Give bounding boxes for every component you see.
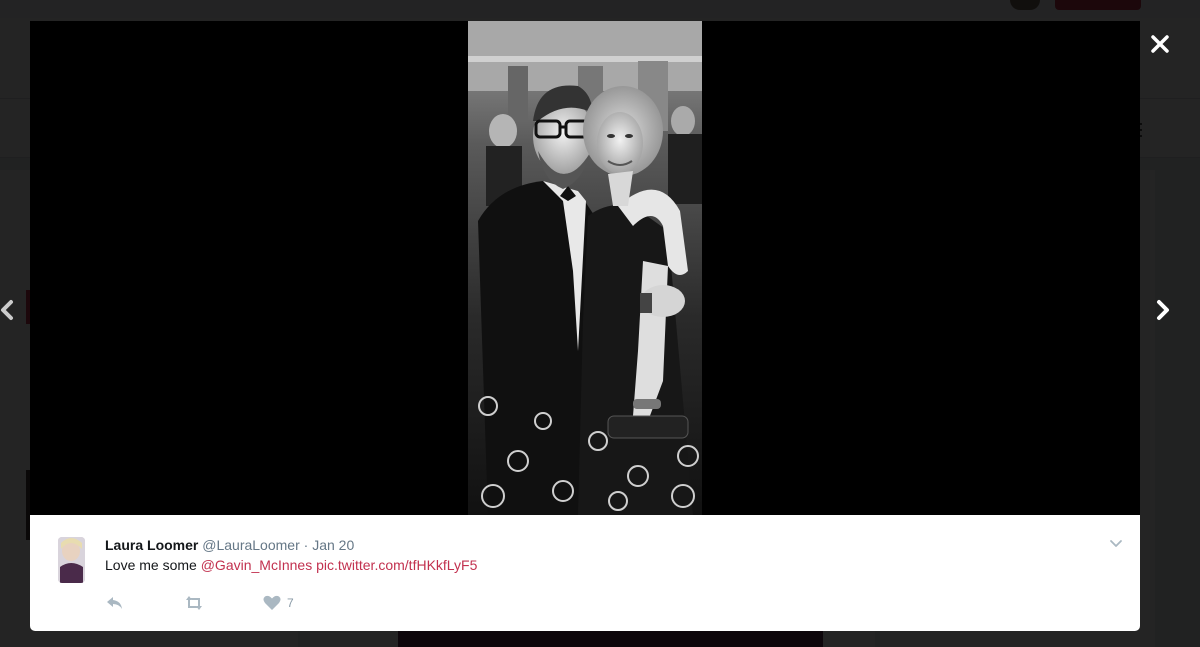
reply-button[interactable] [105,593,125,613]
avatar-image [58,537,85,583]
retweet-button[interactable] [183,593,205,613]
media-viewer [30,21,1140,515]
photo-image [468,21,702,515]
tweet-card: Laura Loomer @LauraLoomer · Jan 20 Love … [30,515,1140,631]
chevron-right-icon [1157,300,1169,320]
tweet-timestamp[interactable]: Jan 20 [312,537,354,553]
user-name[interactable]: Laura Loomer [105,537,198,553]
close-button[interactable] [1146,30,1174,58]
chevron-down-icon [1110,540,1122,547]
retweet-icon [186,596,202,610]
separator-dot: · [303,537,309,553]
close-icon [1151,35,1169,53]
like-count: 7 [287,596,294,610]
avatar[interactable] [58,537,85,583]
chevron-left-icon [1,300,13,320]
tweet-header: Laura Loomer @LauraLoomer · Jan 20 [105,536,354,554]
pic-link[interactable]: pic.twitter.com/tfHKkfLyF5 [316,557,477,573]
previous-media-button[interactable] [0,295,16,325]
reply-icon [107,597,122,609]
like-button[interactable]: 7 [262,593,302,613]
tweet-body: Love me some [105,557,197,573]
heart-icon [263,595,281,610]
tweet-text: Love me some @Gavin_McInnes pic.twitter.… [105,556,477,574]
tweet-options-button[interactable] [1108,535,1124,551]
tweet-photo[interactable] [468,21,702,515]
user-handle[interactable]: @LauraLoomer [202,537,300,553]
mention-link[interactable]: @Gavin_McInnes [201,557,312,573]
next-media-button[interactable] [1150,295,1178,325]
